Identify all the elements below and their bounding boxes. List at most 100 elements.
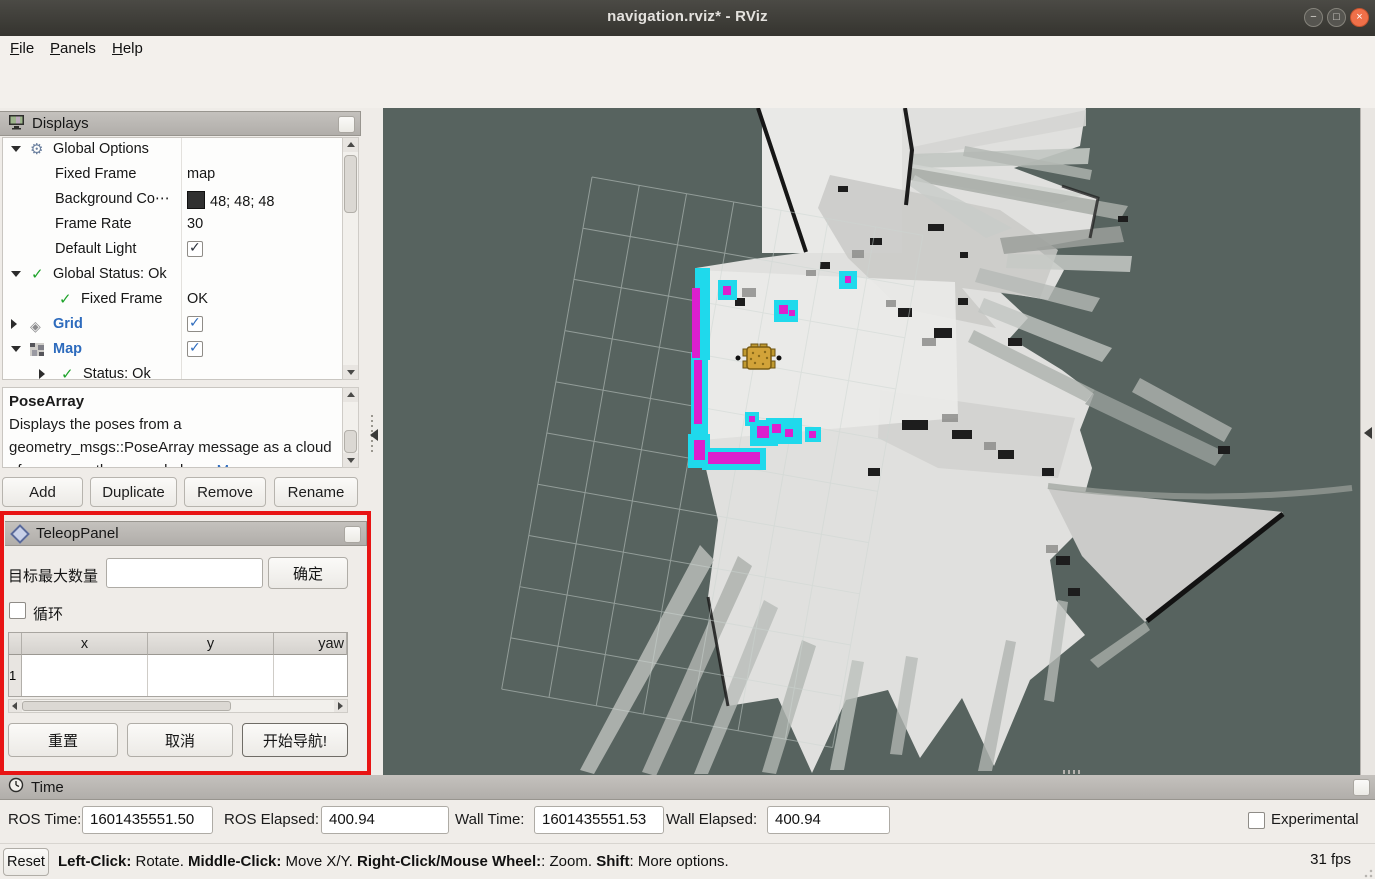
wall-time-field[interactable]: 1601435551.53 [534,806,664,834]
scroll-down-arrow[interactable] [343,453,358,467]
scroll-left-arrow[interactable] [9,700,22,712]
panel-float-button[interactable] [338,116,355,133]
map-display-icon [30,343,44,360]
tree-row-frame-rate[interactable]: Frame Rate 30 [3,213,358,238]
max-goal-label: 目标最大数量 [8,565,98,586]
column-header-x[interactable]: x [22,633,148,655]
wall-time-label: Wall Time: [455,811,524,828]
viewport-splitter-grip[interactable] [1063,770,1083,774]
expander-open-icon[interactable] [11,346,21,352]
waypoint-table[interactable]: x y yaw 1 [8,632,348,697]
reset-button[interactable]: Reset [3,848,49,876]
displays-panel-header[interactable]: Displays [0,111,361,136]
confirm-button[interactable]: 确定 [268,557,348,589]
scroll-down-arrow[interactable] [343,365,358,379]
ros-time-label: ROS Time: [8,811,81,828]
max-goal-input[interactable] [106,558,263,588]
toolbar: Interact Move Camera Select Focus Camera… [0,62,1375,109]
window-titlebar[interactable]: navigation.rviz* - RViz − □ × [0,0,1375,37]
column-header-y[interactable]: y [148,633,274,655]
status-ok-icon: ✓ [31,265,44,283]
row-label: Frame Rate [55,216,132,232]
row-value[interactable]: 48; 48; 48 [187,191,275,210]
table-hscrollbar[interactable] [8,699,348,713]
panel-title: TeleopPanel [36,525,119,542]
tree-row-fixed-frame[interactable]: Fixed Frame map [3,163,358,188]
expander-closed-icon[interactable] [39,369,45,379]
minimize-button[interactable]: − [1304,8,1323,27]
wall-elapsed-label: Wall Elapsed: [666,811,757,828]
checkbox-checked[interactable] [187,316,203,332]
panel-float-button[interactable] [344,526,361,543]
column-header-yaw[interactable]: yaw [274,633,347,655]
panel-float-button[interactable] [1353,779,1370,796]
row-label: Background Co⋯ [55,191,169,207]
expander-open-icon[interactable] [11,271,21,277]
loop-checkbox[interactable] [9,602,26,619]
tree-row-map-status[interactable]: ✓ Status: Ok [3,363,358,380]
time-panel-header[interactable]: Time [0,775,1375,800]
scrollbar-thumb[interactable] [344,430,357,453]
window-resize-grip[interactable] [1361,866,1373,878]
collapse-right-arrow-icon[interactable] [1364,427,1372,439]
3d-viewport[interactable] [383,108,1360,775]
table-cell[interactable] [148,655,274,696]
more-link[interactable]: More... [217,462,264,468]
wall-elapsed-field[interactable]: 400.94 [767,806,890,834]
scrollbar-thumb[interactable] [22,701,231,711]
expander-open-icon[interactable] [11,146,21,152]
ros-time-field[interactable]: 1601435551.50 [82,806,213,834]
description-line: geometry_msgs::PoseArray message as a cl… [9,436,352,459]
table-cell[interactable] [22,655,148,696]
right-panel-strip[interactable] [1360,108,1375,775]
tree-row-background-color[interactable]: Background Co⋯ 48; 48; 48 [3,188,358,213]
ros-elapsed-field[interactable]: 400.94 [321,806,449,834]
row-value[interactable]: 30 [187,216,203,232]
row-header[interactable]: 1 [9,655,22,696]
collapse-left-arrow-icon[interactable] [370,429,378,441]
tree-row-global-status[interactable]: ✓ Global Status: Ok [3,263,358,288]
experimental-checkbox[interactable] [1248,812,1265,829]
description-scrollbar[interactable] [342,387,359,468]
tree-row-grid[interactable]: ◈ Grid [3,313,358,338]
add-button[interactable]: Add [2,477,83,507]
menu-bar: File Panels Help [0,36,1375,63]
scroll-right-arrow[interactable] [334,700,347,712]
table-corner [9,633,22,655]
duplicate-button[interactable]: Duplicate [90,477,177,507]
tree-row-global-options[interactable]: ⚙ Global Options [3,138,358,163]
description-title: PoseArray [9,390,352,413]
row-value: OK [187,291,208,307]
rename-button[interactable]: Rename [274,477,358,507]
monitor-icon [8,114,25,134]
row-label: Grid [53,316,83,332]
tree-row-map[interactable]: Map [3,338,358,363]
checkbox-checked[interactable] [187,341,203,357]
grid-display-icon: ◈ [30,318,41,335]
menu-help[interactable]: Help [108,40,147,57]
description-panel: PoseArray Displays the poses from a geom… [2,387,359,468]
start-navigation-button[interactable]: 开始导航! [242,723,348,757]
expander-closed-icon[interactable] [11,319,17,329]
cancel-button[interactable]: 取消 [127,723,233,757]
tree-row-status-fixed-frame[interactable]: ✓ Fixed Frame OK [3,288,358,313]
teleop-panel-header[interactable]: TeleopPanel [5,521,367,546]
menu-panels[interactable]: Panels [46,40,100,57]
close-button[interactable]: × [1350,8,1369,27]
menu-file[interactable]: File [6,40,38,57]
checkbox-checked[interactable] [187,241,203,257]
scroll-up-arrow[interactable] [343,388,358,402]
left-dock: Displays ⚙ Global Options Fixed Frame ma… [0,108,383,775]
remove-button[interactable]: Remove [184,477,266,507]
reset-goals-button[interactable]: 重置 [8,723,118,757]
row-value[interactable]: map [187,166,215,182]
fps-counter: 31 fps [1310,851,1351,868]
maximize-button[interactable]: □ [1327,8,1346,27]
table-cell[interactable] [274,655,347,696]
color-swatch [187,191,205,209]
scrollbar-thumb[interactable] [344,155,357,213]
status-ok-icon: ✓ [61,365,74,380]
tree-row-default-light[interactable]: Default Light [3,238,358,263]
displays-scrollbar[interactable] [342,137,359,380]
scroll-up-arrow[interactable] [343,138,358,152]
